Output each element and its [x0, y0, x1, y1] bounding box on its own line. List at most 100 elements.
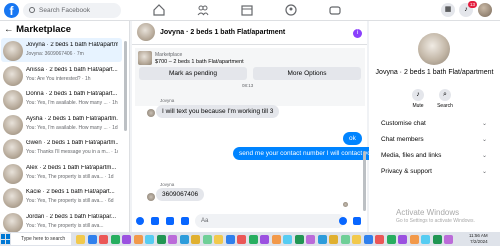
- add-icon[interactable]: [136, 217, 144, 225]
- chevron-down-icon[interactable]: ⌄: [482, 120, 487, 127]
- privacy-support-section[interactable]: Privacy & support: [381, 168, 432, 175]
- incoming-message[interactable]: 3609067406: [156, 188, 205, 201]
- home-icon[interactable]: [152, 3, 166, 17]
- outgoing-message[interactable]: ok: [343, 132, 362, 145]
- taskbar-app-icon[interactable]: [145, 235, 154, 244]
- start-menu-icon[interactable]: [1, 234, 10, 244]
- mute-icon[interactable]: ♪: [412, 89, 424, 101]
- chat-members-section[interactable]: Chat members: [381, 136, 424, 143]
- conversation-item[interactable]: Donna · 2 beds 1 bath Flat/apart... You: …: [1, 87, 122, 111]
- taskbar-app-icon[interactable]: [260, 235, 269, 244]
- conversation-name: Jordan · 2 beds 1 bath Flat/apar...: [26, 213, 117, 220]
- taskbar-app-icon[interactable]: [409, 235, 419, 244]
- conversation-avatar: [3, 139, 23, 159]
- taskbar-app-icon[interactable]: [329, 235, 338, 244]
- listing-thumbnail[interactable]: [138, 51, 152, 65]
- marketplace-icon[interactable]: [240, 3, 254, 17]
- taskbar-app-icon[interactable]: [122, 235, 131, 244]
- message-input[interactable]: Aa: [195, 214, 345, 228]
- taskbar-app-icon[interactable]: [398, 235, 407, 244]
- search-label: Search: [437, 103, 453, 109]
- conversation-item[interactable]: Aysha · 2 beds 1 bath Flat/apartm... You:…: [1, 112, 122, 136]
- facebook-logo[interactable]: f: [4, 3, 19, 18]
- taskbar-app-icon[interactable]: [191, 235, 200, 244]
- search-input[interactable]: Search Facebook: [23, 3, 121, 18]
- menu-grid-icon[interactable]: ▦: [441, 3, 455, 17]
- taskbar-app-icon[interactable]: [225, 235, 235, 244]
- sticker-icon[interactable]: [166, 217, 174, 225]
- taskbar-clock[interactable]: 11:56 AM 7/2/2024: [469, 233, 488, 245]
- taskbar-app-icon[interactable]: [87, 235, 97, 244]
- photo-icon[interactable]: [151, 217, 159, 225]
- windows-taskbar: Type here to search 11:56 AM 7/2/2024: [0, 232, 500, 246]
- conversation-avatar: [3, 212, 23, 232]
- taskbar-search[interactable]: Type here to search: [11, 233, 71, 245]
- conversation-preview: You: Yes, I'm available. How many ... · …: [26, 124, 118, 131]
- conversation-name: Anissa · 2 beds 1 bath Flat/apart...: [26, 66, 118, 73]
- taskbar-app-icon[interactable]: [444, 235, 453, 244]
- contact-avatar[interactable]: [418, 33, 450, 65]
- taskbar-app-icon[interactable]: [352, 235, 361, 244]
- chevron-down-icon[interactable]: ⌄: [482, 152, 487, 159]
- taskbar-app-icon[interactable]: [179, 235, 189, 244]
- taskbar-app-icon[interactable]: [432, 235, 442, 244]
- conversation-name: Kacie · 2 beds 1 bath Flat/apart...: [26, 189, 115, 195]
- taskbar-app-icon[interactable]: [168, 235, 177, 244]
- taskbar-app-icon[interactable]: [317, 235, 327, 244]
- info-icon[interactable]: i: [353, 29, 362, 38]
- taskbar-app-icon[interactable]: [340, 235, 350, 244]
- customise-chat-section[interactable]: Customise chat: [381, 120, 426, 127]
- search-icon[interactable]: ⌕: [439, 89, 451, 101]
- gaming-icon[interactable]: [328, 3, 342, 17]
- more-options-button[interactable]: More Options: [253, 67, 361, 80]
- taskbar-app-icon[interactable]: [375, 235, 384, 244]
- taskbar-app-icon[interactable]: [76, 235, 85, 244]
- taskbar-app-icon[interactable]: [283, 235, 292, 244]
- taskbar-app-icon[interactable]: [363, 235, 373, 244]
- chat-scrollbar[interactable]: [363, 151, 366, 211]
- like-icon[interactable]: [353, 217, 361, 225]
- friends-icon[interactable]: [196, 3, 210, 17]
- conversation-item[interactable]: Jordan · 2 beds 1 bath Flat/apar... You: …: [1, 210, 122, 232]
- groups-icon[interactable]: [284, 3, 298, 17]
- taskbar-app-icon[interactable]: [110, 235, 120, 244]
- outgoing-message[interactable]: send me your contact number I will conta…: [233, 147, 381, 160]
- conversation-item[interactable]: Gwen · 2 beds 1 bath Flat/apartm... You: …: [1, 136, 122, 160]
- conversation-item[interactable]: Kacie · 2 beds 1 bath Flat/apart... You: …: [1, 185, 122, 209]
- chevron-down-icon[interactable]: ⌄: [482, 168, 487, 175]
- conversation-preview: Jovyna: 3609067406 · 7m: [26, 51, 84, 57]
- taskbar-app-icon[interactable]: [294, 235, 304, 244]
- listing-description[interactable]: $700 – 2 beds 1 bath Flat/apartment: [155, 59, 244, 65]
- taskbar-app-icon[interactable]: [271, 235, 281, 244]
- emoji-icon[interactable]: [339, 217, 347, 225]
- taskbar-app-icon[interactable]: [248, 235, 258, 244]
- conversation-preview: You: Yes, I'm available. How many ... · …: [26, 100, 118, 106]
- taskbar-app-icon[interactable]: [421, 235, 430, 244]
- message-sender: Jovyna: [160, 98, 175, 103]
- taskbar-app-icon[interactable]: [306, 235, 315, 244]
- chat-avatar[interactable]: [137, 23, 155, 41]
- conversation-name: Jovyna · 2 beds 1 bath Flat/apartment: [26, 42, 118, 48]
- incoming-message[interactable]: I will text you because I'm working till…: [156, 105, 280, 118]
- conversation-item[interactable]: Jovyna · 2 beds 1 bath Flat/apartment Jov…: [1, 38, 122, 62]
- gif-icon[interactable]: [181, 217, 189, 225]
- conversation-name: Alex · 2 beds 1 bath Flat/apartm...: [26, 164, 117, 171]
- mark-pending-button[interactable]: Mark as pending: [139, 67, 247, 80]
- conversation-name: Aysha · 2 beds 1 bath Flat/apartm...: [26, 115, 118, 122]
- chevron-down-icon[interactable]: ⌄: [482, 136, 487, 143]
- taskbar-app-icon[interactable]: [202, 235, 212, 244]
- conversation-item[interactable]: Alex · 2 beds 1 bath Flat/apartm... You: …: [1, 161, 122, 185]
- chat-header: Jovyna · 2 beds 1 bath Flat/apartment i: [132, 21, 367, 45]
- taskbar-app-icon[interactable]: [156, 235, 166, 244]
- media-files-links-section[interactable]: Media, files and links: [381, 152, 441, 159]
- chat-title[interactable]: Jovyna · 2 beds 1 bath Flat/apartment: [160, 29, 285, 36]
- account-avatar[interactable]: [478, 3, 492, 17]
- sidebar-scrollbar[interactable]: [124, 41, 127, 131]
- taskbar-app-icon[interactable]: [99, 235, 108, 244]
- taskbar-app-icon[interactable]: [237, 235, 246, 244]
- taskbar-app-icon[interactable]: [214, 235, 223, 244]
- taskbar-app-icon[interactable]: [133, 235, 143, 244]
- time-divider: 08:13: [242, 83, 254, 88]
- conversation-item[interactable]: Anissa · 2 beds 1 bath Flat/apart... You:…: [1, 63, 122, 87]
- taskbar-app-icon[interactable]: [386, 235, 396, 244]
